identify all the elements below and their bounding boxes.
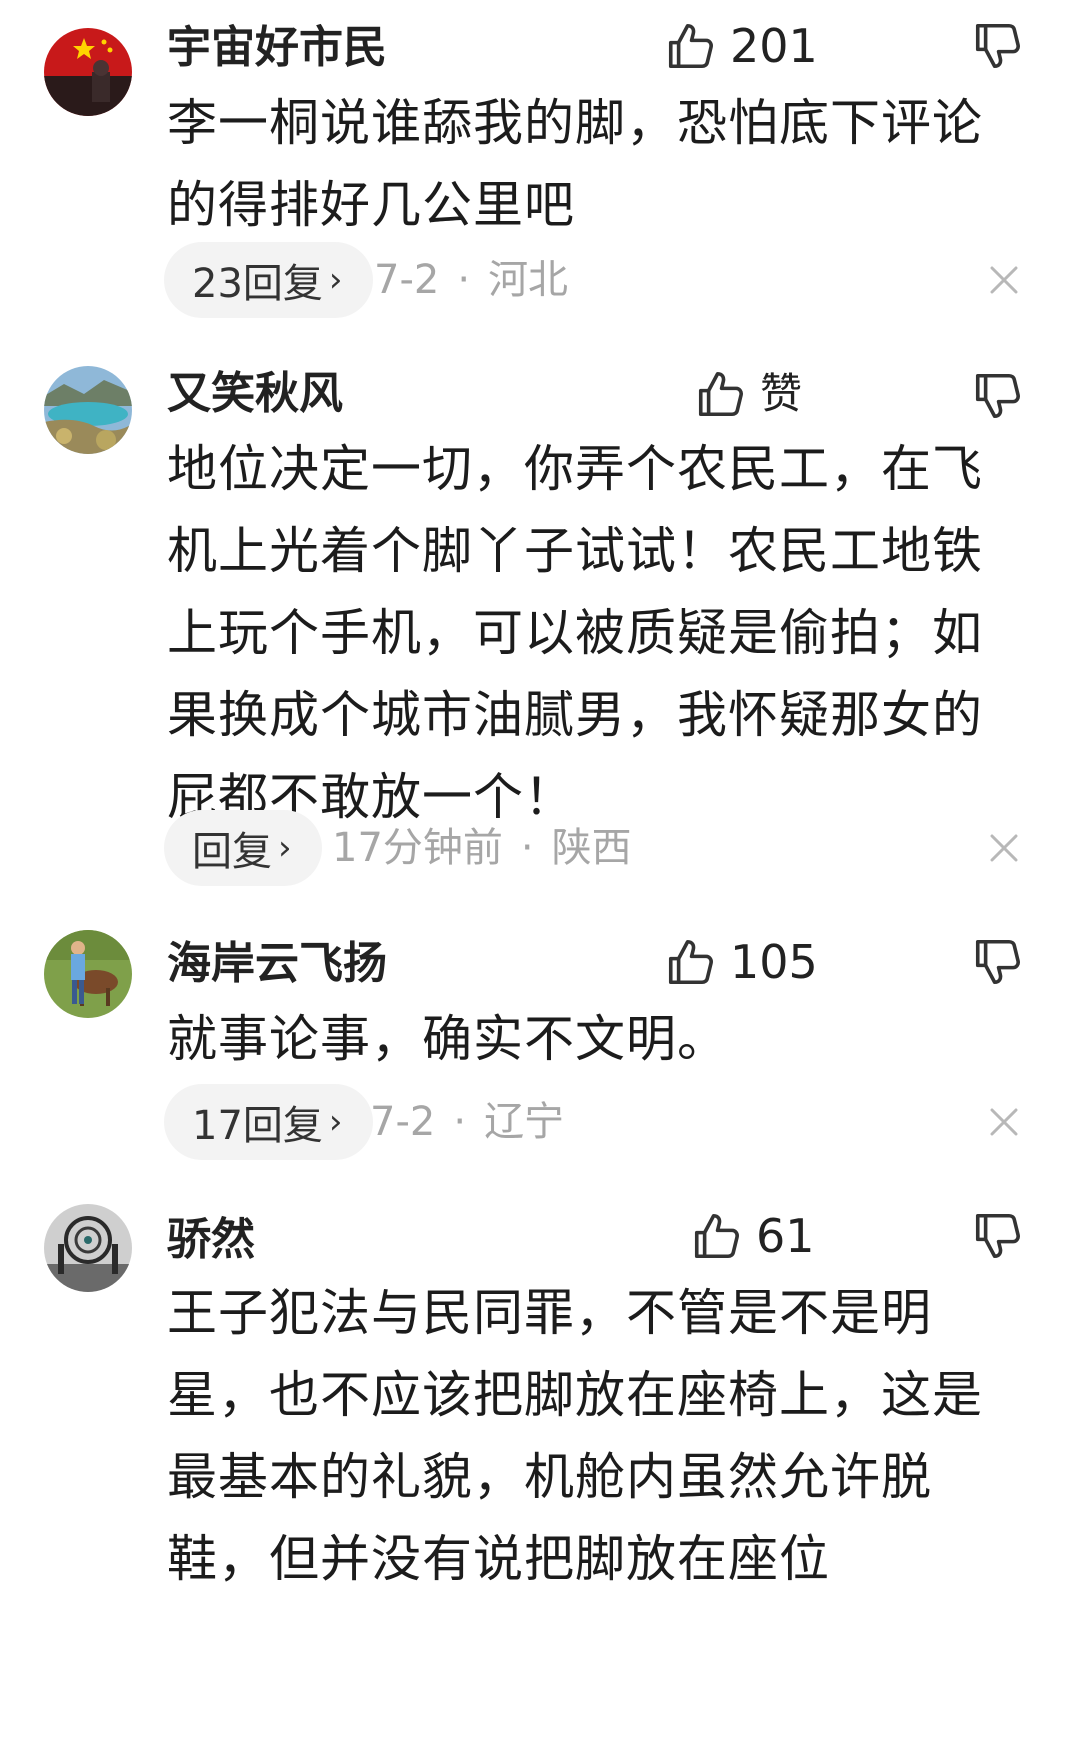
chevron-right-icon: › <box>278 828 292 868</box>
avatar-image <box>44 28 132 116</box>
close-button[interactable] <box>986 830 1022 866</box>
dislike-button[interactable] <box>970 932 1026 992</box>
meta-separator: · <box>520 825 534 871</box>
username[interactable]: 又笑秋风 <box>167 368 343 420</box>
chevron-right-icon: › <box>328 260 343 300</box>
comment-location: 辽宁 <box>484 1099 565 1145</box>
like-button[interactable]: 105 <box>664 932 818 992</box>
like-count: 赞 <box>760 369 803 418</box>
thumbs-up-icon <box>664 19 718 73</box>
like-count: 61 <box>756 1209 815 1263</box>
comment-meta: 7-2 · 河北 <box>374 242 568 318</box>
thumbs-up-icon <box>690 1209 744 1263</box>
thumbs-down-icon <box>971 369 1025 423</box>
username[interactable]: 骄然 <box>167 1214 255 1266</box>
comment-text: 王子犯法与民同罪，不管是不是明星，也不应该把脚放在座椅上，这是最基本的礼貌，机舱… <box>167 1284 983 1588</box>
comment-text: 李一桐说谁舔我的脚，恐怕底下评论的得排好几公里吧 <box>167 94 983 234</box>
thumbs-down-icon <box>971 1209 1025 1263</box>
reply-label: 17回复 <box>192 1103 323 1149</box>
user-avatar[interactable] <box>44 28 132 116</box>
dislike-button[interactable] <box>970 16 1026 76</box>
dislike-button[interactable] <box>970 1206 1026 1266</box>
meta-separator: · <box>457 257 471 303</box>
thumbs-down-icon <box>971 935 1025 989</box>
dislike-button[interactable] <box>970 366 1026 426</box>
reply-label: 回复 <box>192 829 272 875</box>
close-button[interactable] <box>986 262 1022 298</box>
username[interactable]: 宇宙好市民 <box>167 22 387 74</box>
reply-button[interactable]: 回复 › <box>164 810 322 886</box>
comment-meta: 17分钟前 · 陕西 <box>332 810 632 886</box>
user-avatar[interactable] <box>44 366 132 454</box>
comment-date: 17分钟前 <box>332 825 503 871</box>
avatar-image <box>44 930 132 1018</box>
like-button[interactable]: 61 <box>690 1206 815 1266</box>
comment-location: 河北 <box>488 257 569 303</box>
thumbs-up-icon <box>664 935 718 989</box>
user-avatar[interactable] <box>44 930 132 1018</box>
avatar-image <box>44 1204 132 1292</box>
close-icon <box>986 830 1022 866</box>
comment-location: 陕西 <box>551 825 632 871</box>
thumbs-down-icon <box>971 19 1025 73</box>
username[interactable]: 海岸云飞扬 <box>167 938 387 990</box>
comment-text: 就事论事，确实不文明。 <box>167 1010 728 1068</box>
reply-button[interactable]: 17回复 › <box>164 1084 373 1160</box>
like-button[interactable]: 201 <box>664 16 818 76</box>
close-button[interactable] <box>986 1104 1022 1140</box>
reply-button[interactable]: 23回复 › <box>164 242 373 318</box>
reply-label: 23回复 <box>192 261 323 307</box>
like-count: 201 <box>730 19 818 73</box>
like-count: 105 <box>730 935 818 989</box>
user-avatar[interactable] <box>44 1204 132 1292</box>
comment-date: 7-2 <box>370 1099 436 1145</box>
avatar-image <box>44 366 132 454</box>
close-icon <box>986 262 1022 298</box>
meta-separator: · <box>453 1099 467 1145</box>
comment-text: 地位决定一切，你弄个农民工，在飞机上光着个脚丫子试试！农民工地铁上玩个手机，可以… <box>167 440 983 826</box>
thumbs-up-icon <box>694 367 748 421</box>
comment-date: 7-2 <box>374 257 440 303</box>
comment-meta: 7-2 · 辽宁 <box>370 1084 564 1160</box>
chevron-right-icon: › <box>328 1102 343 1142</box>
comment-list-screen: { "comments": [ { "username": "宇宙好市民", "… <box>0 0 1079 1756</box>
close-icon <box>986 1104 1022 1140</box>
like-button[interactable]: 赞 <box>694 364 802 424</box>
